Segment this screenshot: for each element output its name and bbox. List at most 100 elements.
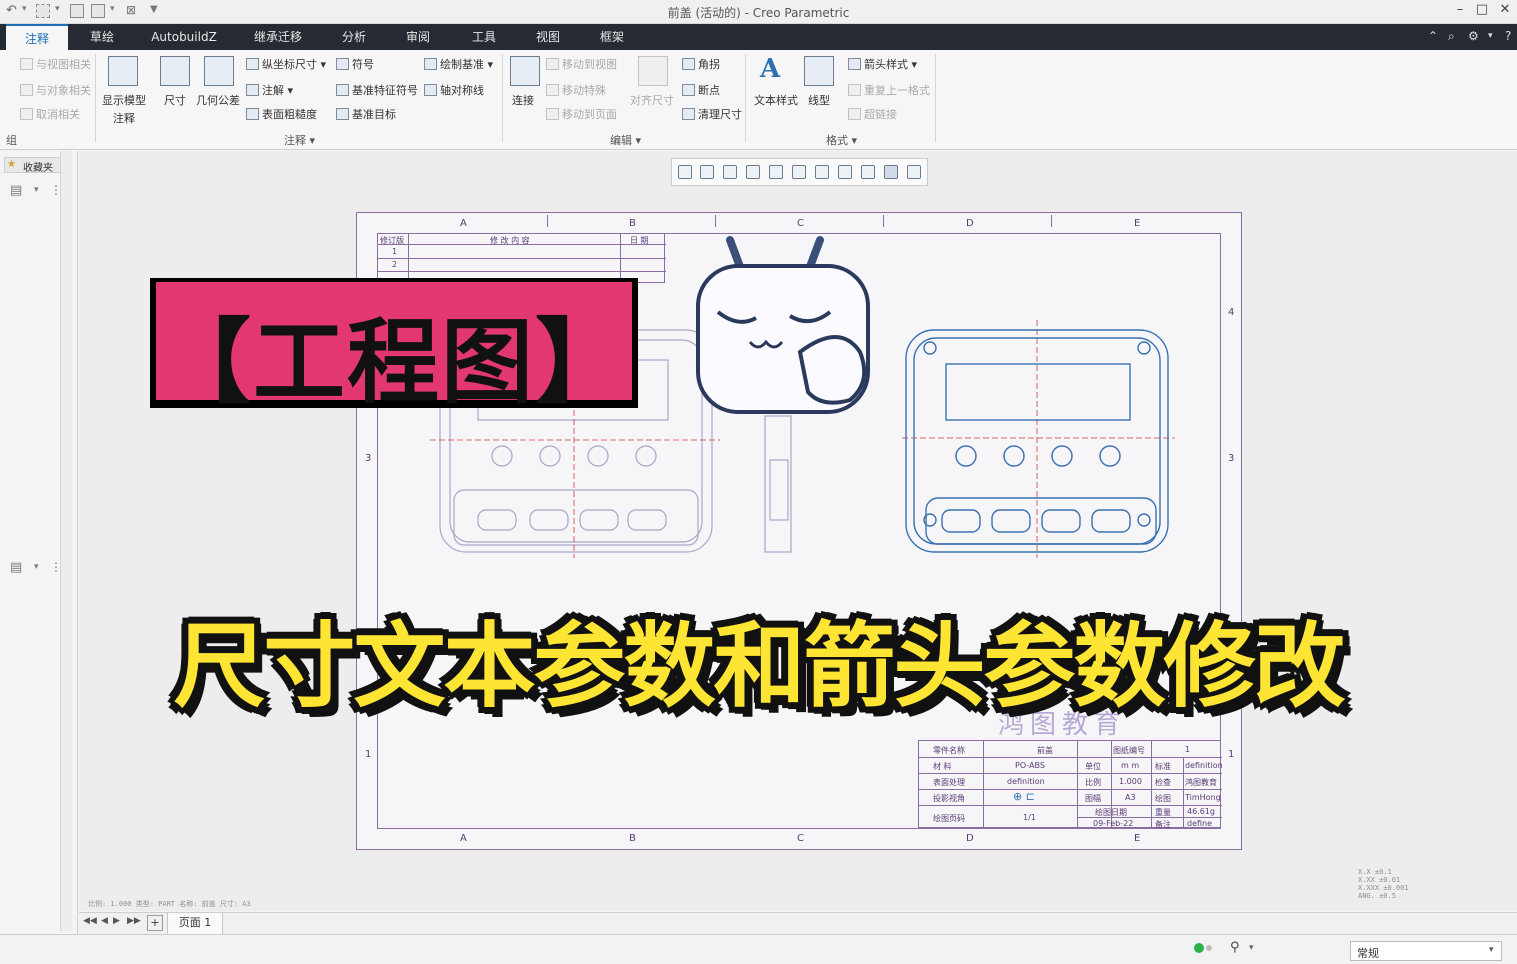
tb-value: 46.61g [1187, 807, 1215, 816]
tolerance-row: X.XXX ±0.001 [1358, 884, 1409, 892]
axis-symmetry-button[interactable]: 轴对称线 [424, 82, 484, 98]
csys-display-icon[interactable] [907, 165, 921, 179]
close-icon[interactable]: ✕ [1495, 2, 1515, 20]
hyperlink-button[interactable]: 超链接 [848, 106, 897, 122]
align-dimension-icon [638, 56, 668, 86]
tb-label: 投影视角 [933, 794, 965, 803]
arrow-style-button[interactable]: 箭头样式 ▾ [848, 56, 917, 72]
last-page-icon[interactable]: ▶▶ [127, 916, 141, 926]
note-button[interactable]: 注解 ▾ [246, 82, 293, 98]
next-page-icon[interactable]: ▶ [113, 916, 120, 926]
ordinate-dimension-button[interactable]: 纵坐标尺寸 ▾ [246, 56, 326, 72]
move-to-feature-button[interactable]: 移动特殊 [546, 82, 606, 98]
display-style-icon[interactable] [769, 165, 783, 179]
breakpoint-button[interactable]: 断点 [682, 82, 720, 98]
group-label-annotate[interactable]: 注释 ▾ [284, 132, 315, 148]
text-style-button[interactable]: 文本样式 [754, 92, 798, 108]
draw-datum-button[interactable]: 绘制基准 ▾ [424, 56, 493, 72]
angle-icon [682, 58, 695, 70]
help-icon[interactable]: ? [1505, 29, 1511, 43]
chevron-down-icon[interactable]: ▾ [34, 562, 39, 572]
repaint-icon[interactable] [746, 165, 760, 179]
line-style-button[interactable]: 线型 [808, 92, 830, 108]
repeat-format-button[interactable]: 重复上一格式 [848, 82, 930, 98]
tree-document-icon[interactable]: ▤ [10, 560, 22, 575]
move-to-page-button[interactable]: 移动到页面 [546, 106, 617, 122]
tb-line [983, 741, 984, 829]
tab-tools[interactable]: 工具 [460, 24, 508, 50]
axis-symmetry-icon [424, 84, 437, 96]
add-page-icon[interactable]: + [147, 915, 163, 931]
draw-datum-icon [424, 58, 437, 70]
tab-autobuildz[interactable]: AutobuildZ [140, 24, 228, 50]
find-icon[interactable]: ⚲ [1230, 940, 1240, 955]
selection-filter-select[interactable]: 常规 ▾ [1350, 941, 1502, 961]
zone-label: C [797, 218, 804, 229]
title-block: 零件名称 前盖 图纸编号 1 材 料 PO-ABS 单位 m m 标准 defi… [918, 740, 1223, 829]
zoom-out-icon[interactable] [723, 165, 737, 179]
first-page-icon[interactable]: ◀◀ [83, 916, 97, 926]
rev-col-header: 修 改 内 容 [490, 236, 530, 245]
note-icon [246, 84, 259, 96]
datum-feature-symbol-button[interactable]: 基准特征符号 [336, 82, 418, 98]
chevron-down-icon[interactable]: ▾ [34, 185, 39, 195]
refit-icon[interactable] [678, 165, 692, 179]
title-bar: ↶ ▾ ▾ ▾ ⊠ ▼ 前盖 (活动的) - Creo Parametric –… [0, 0, 1517, 24]
sidebar-scrollbar[interactable] [60, 151, 72, 931]
group-label-edit[interactable]: 编辑 ▾ [610, 132, 641, 148]
connect-button[interactable]: 连接 [512, 92, 534, 108]
side-view[interactable] [764, 415, 792, 553]
angle-button[interactable]: 角拐 [682, 56, 720, 72]
collapse-ribbon-icon[interactable]: ⌃ [1428, 29, 1438, 43]
tab-review[interactable]: 审阅 [394, 24, 442, 50]
mascot-sticker [696, 236, 870, 414]
gtol-button[interactable]: 几何公差 [196, 92, 240, 108]
chevron-down-icon[interactable]: ▾ [1488, 31, 1493, 41]
sheet-icon[interactable] [815, 165, 829, 179]
rev-col-line [408, 234, 409, 284]
options-icon[interactable]: ⚙ [1468, 29, 1479, 43]
group-separator [935, 54, 936, 142]
symbol-button[interactable]: 符号 [336, 56, 374, 72]
prev-page-icon[interactable]: ◀ [101, 916, 108, 926]
annotation-display-icon[interactable] [861, 165, 875, 179]
move-to-view-button[interactable]: 移动到视图 [546, 56, 617, 72]
tb-label: 绘图日期 [1095, 808, 1127, 817]
tab-sketch[interactable]: 草绘 [76, 24, 128, 50]
chevron-down-icon[interactable]: ▾ [1249, 943, 1254, 953]
tree-document-icon[interactable]: ▤ [10, 183, 22, 198]
tb-value: 09-Feb-22 [1093, 819, 1134, 828]
point-display-icon[interactable] [884, 165, 898, 179]
object-related-button[interactable]: 与对象相关 [20, 82, 91, 98]
tab-legacy-migration[interactable]: 继承迁移 [244, 24, 312, 50]
zone-label: C [797, 833, 804, 844]
tb-value: 1.000 [1119, 777, 1142, 786]
page-tab[interactable]: 页面 1 [167, 913, 223, 935]
minimize-icon[interactable]: – [1450, 2, 1470, 20]
datum-target-button[interactable]: 基准目标 [336, 106, 396, 122]
datum-display-icon[interactable] [838, 165, 852, 179]
zone-tick [1051, 215, 1052, 227]
tab-annotate[interactable]: 注释 [6, 24, 68, 50]
tb-label: 检查 [1155, 778, 1171, 787]
ordinate-icon [246, 58, 259, 70]
maximize-icon[interactable]: □ [1472, 2, 1492, 20]
surface-finish-button[interactable]: 表面粗糙度 [246, 106, 317, 122]
cleanup-dimension-button[interactable]: 清理尺寸 [682, 106, 742, 122]
align-dimension-button[interactable]: 对齐尺寸 [630, 92, 674, 108]
tab-analysis[interactable]: 分析 [330, 24, 378, 50]
rev-row-line [378, 271, 666, 272]
view-related-button[interactable]: 与视图相关 [20, 56, 91, 72]
zoom-in-icon[interactable] [700, 165, 714, 179]
show-model-annotation-button[interactable]: 显示模型 注释 [102, 92, 146, 126]
favorites-header[interactable]: ★ 收藏夹 [4, 157, 62, 174]
layer-icon[interactable] [792, 165, 806, 179]
zone-label: 4 [1228, 307, 1235, 318]
unrelate-button[interactable]: 取消相关 [20, 106, 80, 122]
datum-target-icon [336, 108, 349, 120]
dimension-button[interactable]: 尺寸 [164, 92, 186, 108]
tab-view[interactable]: 视图 [524, 24, 572, 50]
tab-frame[interactable]: 框架 [588, 24, 636, 50]
search-icon[interactable]: ⌕ [1448, 29, 1455, 44]
group-label-format[interactable]: 格式 ▾ [826, 132, 857, 148]
